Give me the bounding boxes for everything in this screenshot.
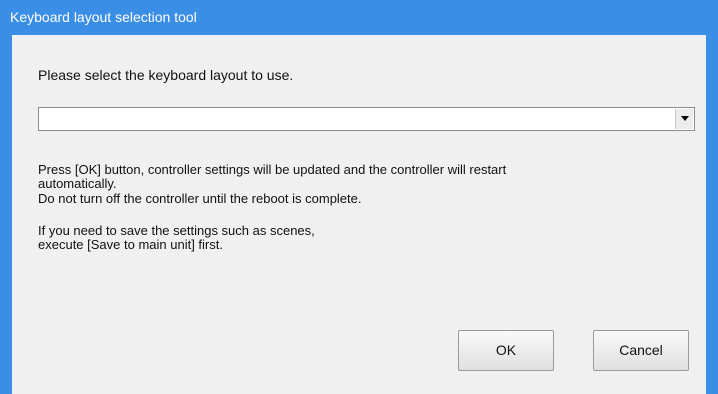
- dialog-body: Please select the keyboard layout to use…: [12, 35, 706, 394]
- cancel-button[interactable]: Cancel: [593, 330, 689, 371]
- window-frame-right: [706, 35, 718, 394]
- ok-button[interactable]: OK: [458, 330, 554, 371]
- dropdown-button[interactable]: [675, 109, 693, 129]
- window-frame-left: [0, 35, 12, 394]
- reboot-warning-message: Do not turn off the controller until the…: [38, 191, 362, 206]
- keyboard-layout-select[interactable]: [38, 107, 695, 131]
- save-settings-message-line-2: execute [Save to main unit] first.: [38, 237, 223, 252]
- window-title: Keyboard layout selection tool: [10, 9, 197, 25]
- restart-message-line-1: Press [OK] button, controller settings w…: [38, 162, 507, 177]
- restart-message-line-2: automatically.: [38, 176, 117, 191]
- title-bar[interactable]: Keyboard layout selection tool: [0, 0, 718, 35]
- dropdown-arrow-icon: [681, 116, 689, 121]
- save-settings-message-line-1: If you need to save the settings such as…: [38, 223, 315, 238]
- dialog-window: Keyboard layout selection tool Please se…: [0, 0, 718, 394]
- layout-prompt-label: Please select the keyboard layout to use…: [38, 67, 294, 83]
